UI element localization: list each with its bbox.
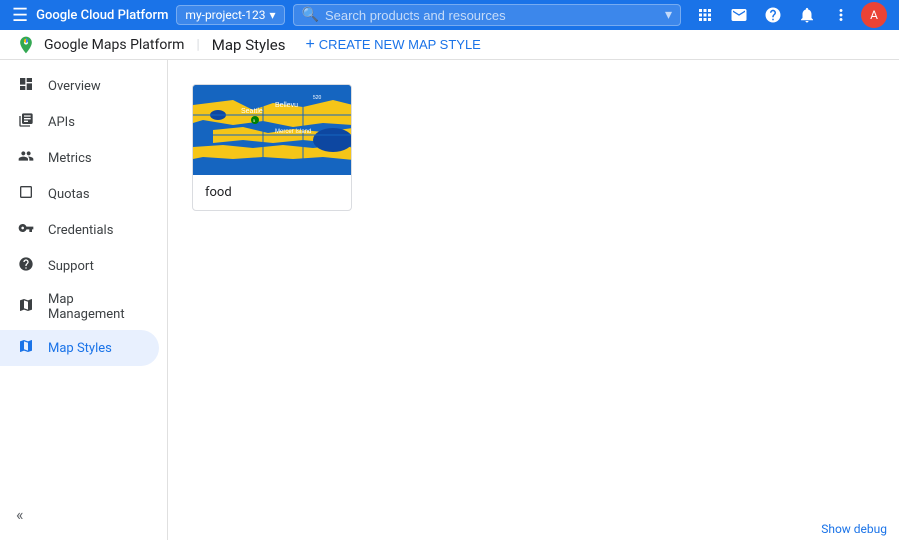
sidebar-item-quotas-label: Quotas [48, 187, 90, 202]
create-btn-label: CREATE NEW MAP STYLE [319, 37, 481, 52]
sidebar-item-map-styles-label: Map Styles [48, 341, 112, 356]
sidebar-item-credentials[interactable]: Credentials [0, 212, 159, 248]
sidebar-item-apis[interactable]: APIs [0, 104, 159, 140]
apis-icon [16, 112, 36, 132]
avatar[interactable]: A [861, 2, 887, 28]
page-layout: Overview APIs Metrics Quotas Credentials [0, 60, 899, 540]
top-bar-left: ☰ Google Cloud Platform my-project-123 ▾… [12, 4, 681, 26]
notifications-icon[interactable] [793, 1, 821, 29]
sidebar-collapse-button[interactable]: « [0, 497, 40, 532]
show-debug-button[interactable]: Show debug [809, 518, 899, 540]
collapse-icon: « [16, 505, 24, 524]
sidebar-item-overview[interactable]: Overview [0, 68, 159, 104]
map-preview-thumbnail: Seattle Bellevu Mercer Island 5 520 [193, 85, 352, 175]
create-new-map-style-button[interactable]: + CREATE NEW MAP STYLE [297, 32, 488, 58]
maps-logo-icon [16, 35, 36, 55]
sidebar-item-support[interactable]: Support [0, 248, 159, 284]
sidebar-item-metrics-label: Metrics [48, 151, 92, 166]
hamburger-menu-icon[interactable]: ☰ [12, 5, 28, 26]
apps-icon[interactable] [691, 1, 719, 29]
project-selector[interactable]: my-project-123 ▾ [176, 5, 284, 25]
search-bar[interactable]: 🔍 ▾ [293, 4, 682, 26]
sidebar-item-overview-label: Overview [48, 79, 101, 94]
map-preview-svg: Seattle Bellevu Mercer Island 5 520 [193, 85, 352, 175]
gcp-title: Google Cloud Platform [36, 8, 168, 23]
credentials-icon [16, 220, 36, 240]
overview-icon [16, 76, 36, 96]
sidebar-item-map-management-label: Map Management [48, 292, 143, 322]
search-icon: 🔍 [302, 7, 319, 23]
project-selector-chevron: ▾ [269, 8, 275, 22]
sidebar: Overview APIs Metrics Quotas Credentials [0, 60, 168, 540]
create-icon: + [305, 36, 314, 54]
sidebar-item-quotas[interactable]: Quotas [0, 176, 159, 212]
svg-text:Bellevu: Bellevu [275, 102, 298, 109]
map-style-card[interactable]: Seattle Bellevu Mercer Island 5 520 food [192, 84, 352, 211]
sidebar-item-credentials-label: Credentials [48, 223, 113, 238]
second-navigation-bar: Google Maps Platform | Map Styles + CREA… [0, 30, 899, 60]
map-style-label: food [193, 175, 351, 210]
search-input[interactable] [325, 8, 659, 23]
top-bar-right: A [691, 1, 887, 29]
map-styles-icon [16, 338, 36, 358]
maps-logo: Google Maps Platform [16, 35, 184, 55]
email-icon[interactable] [725, 1, 753, 29]
sidebar-item-map-styles[interactable]: Map Styles [0, 330, 159, 366]
sidebar-item-apis-label: APIs [48, 115, 75, 130]
page-title: Map Styles [212, 36, 286, 54]
metrics-icon [16, 148, 36, 168]
search-chevron-icon: ▾ [665, 7, 672, 23]
help-icon[interactable] [759, 1, 787, 29]
svg-text:Mercer Island: Mercer Island [275, 129, 311, 135]
quotas-icon [16, 184, 36, 204]
svg-text:Seattle: Seattle [241, 108, 263, 115]
sidebar-item-metrics[interactable]: Metrics [0, 140, 159, 176]
top-navigation-bar: ☰ Google Cloud Platform my-project-123 ▾… [0, 0, 899, 30]
map-management-icon [16, 297, 36, 317]
svg-text:520: 520 [313, 95, 322, 101]
main-content: Seattle Bellevu Mercer Island 5 520 food [168, 60, 899, 540]
maps-platform-title: Google Maps Platform [44, 37, 184, 53]
more-icon[interactable] [827, 1, 855, 29]
sidebar-item-map-management[interactable]: Map Management [0, 284, 159, 330]
sidebar-item-support-label: Support [48, 259, 94, 274]
project-name: my-project-123 [185, 8, 265, 22]
support-icon [16, 256, 36, 276]
